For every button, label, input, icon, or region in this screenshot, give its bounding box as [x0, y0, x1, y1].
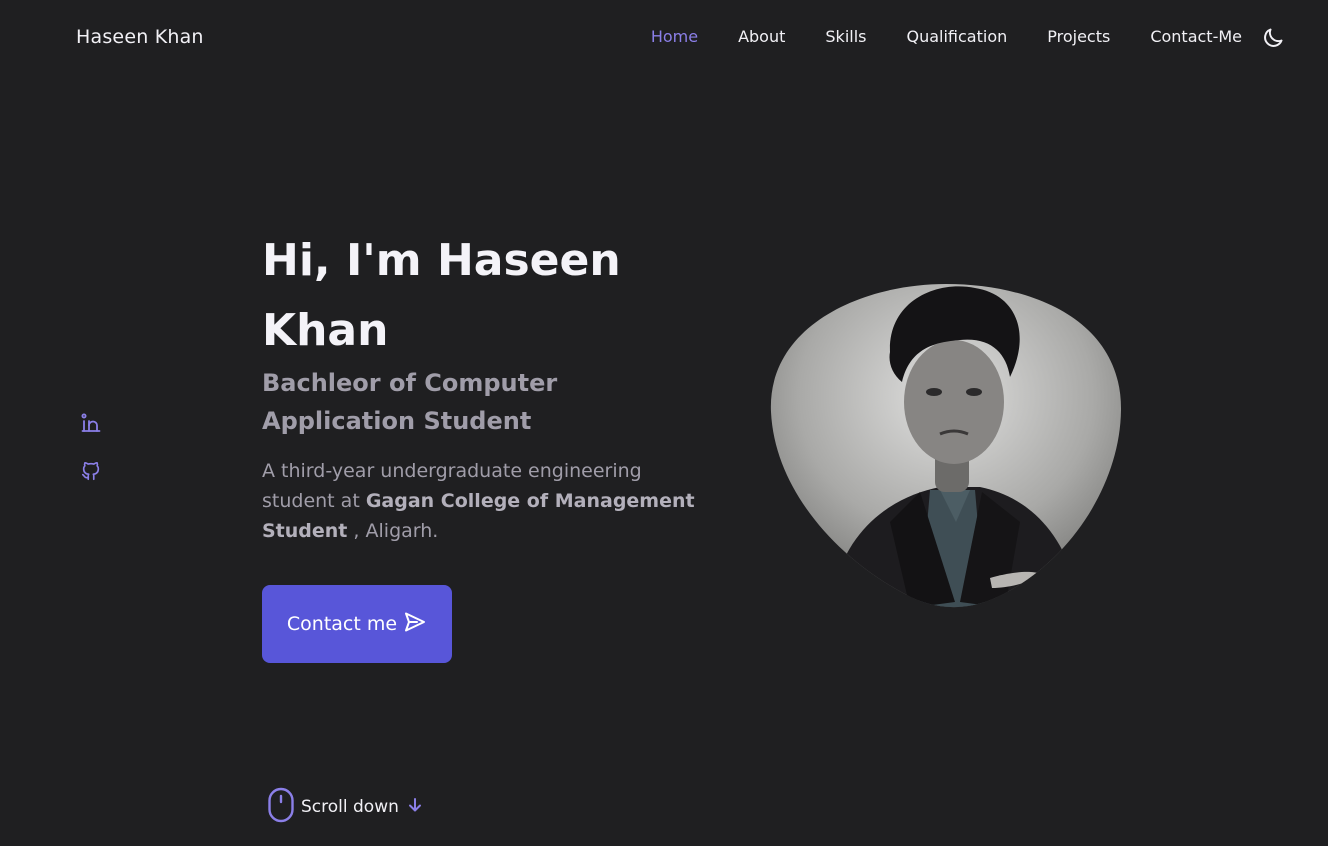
contact-me-label: Contact me — [286, 613, 398, 635]
nav-qualification[interactable]: Qualification — [906, 27, 1007, 46]
mouse-icon — [267, 787, 295, 827]
nav-projects[interactable]: Projects — [1047, 27, 1110, 46]
main-nav: Home About Skills Qualification Projects… — [651, 27, 1242, 46]
hero-description: A third-year undergraduate engineering s… — [262, 456, 712, 546]
hero-desc-suffix: , Aligarh. — [347, 520, 439, 542]
scroll-down-label: Scroll down — [301, 797, 399, 817]
nav-contact-me[interactable]: Contact-Me — [1150, 27, 1242, 46]
hero-title: Hi, I'm Haseen Khan — [262, 235, 621, 356]
nav-home[interactable]: Home — [651, 27, 698, 46]
github-icon[interactable] — [80, 460, 102, 482]
moon-icon[interactable] — [1261, 26, 1285, 50]
arrow-down-icon — [405, 795, 425, 819]
hero-subtitle: Bachleor of Computer Application Student — [262, 369, 558, 435]
contact-me-button[interactable]: Contact me — [262, 585, 452, 663]
linkedin-icon[interactable] — [80, 412, 102, 434]
send-icon — [403, 610, 427, 639]
scroll-down-link[interactable]: Scroll down — [267, 787, 425, 827]
nav-about[interactable]: About — [738, 27, 785, 46]
site-logo[interactable]: Haseen Khan — [76, 26, 204, 48]
profile-photo — [770, 282, 1122, 608]
social-links — [80, 412, 102, 482]
site-header: Haseen Khan Home About Skills Qualificat… — [0, 0, 1328, 78]
nav-skills[interactable]: Skills — [825, 27, 866, 46]
